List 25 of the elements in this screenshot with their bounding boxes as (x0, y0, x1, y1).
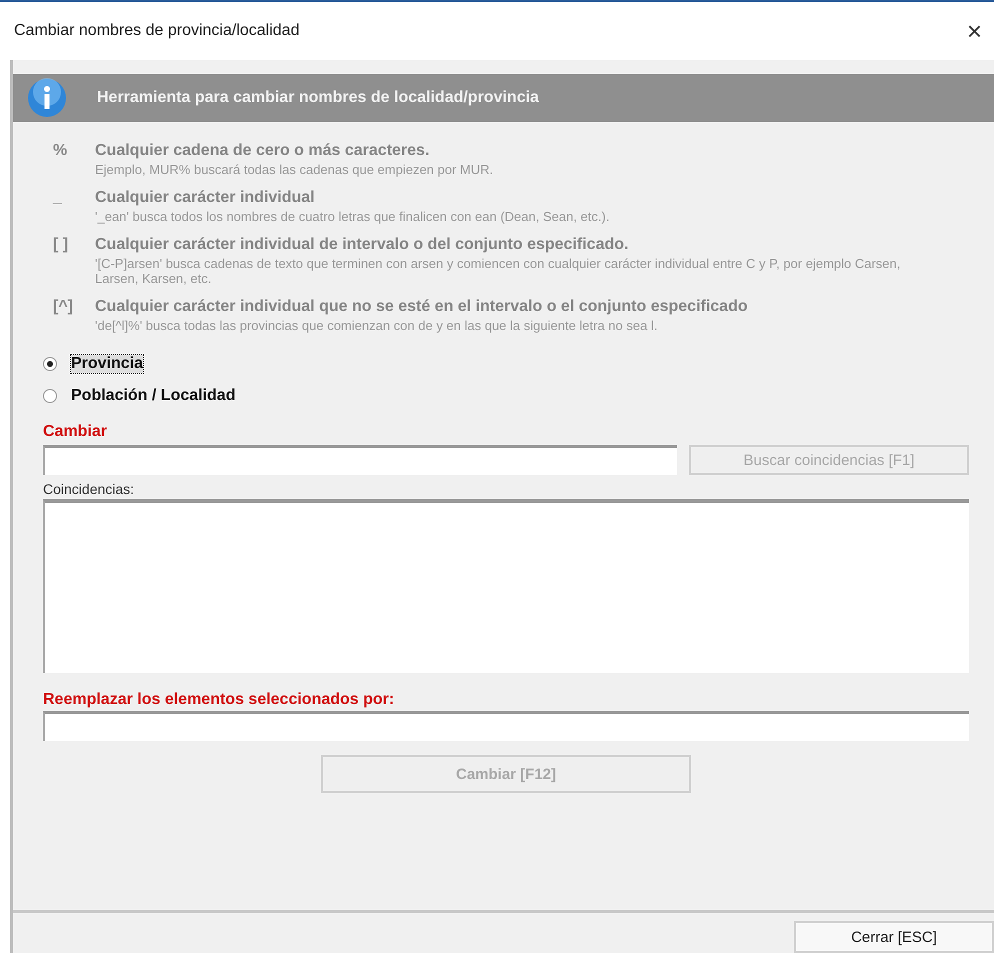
wildcard-symbol: _ (52, 189, 63, 208)
wildcard-description: 'de[^l]%' busca todas las provincias que comienzan con de y en las que la siguiente letra no sea l. (95, 318, 658, 333)
matches-label: Coincidencias: (43, 481, 136, 497)
wildcard-symbol: [^] (52, 298, 74, 317)
window-title: Cambiar nombres de provincia/localidad (14, 22, 300, 40)
radio-option[interactable]: Provincia (43, 355, 969, 373)
wildcard-title: Cualquier carácter individual de intervalo o del conjunto especificado. (95, 236, 630, 254)
wildcard-title: Cualquier cadena de cero o más caracteres. (95, 142, 430, 160)
replace-label: Reemplazar los elementos seleccionados por: (43, 691, 396, 709)
close-dialog-button[interactable]: Cerrar [ESC] (794, 921, 994, 953)
wildcard-title: Cualquier carácter individual que no se esté en el intervalo o el conjunto especificado (95, 298, 748, 316)
wildcard-description: Ejemplo, MUR% buscará todas las cadenas que empiezen por MUR. (95, 162, 494, 177)
wildcard-symbol: % (52, 142, 68, 161)
matches-list[interactable] (43, 499, 969, 673)
change-label: Cambiar (43, 423, 108, 441)
header-title: Herramienta para cambiar nombres de localidad/provincia (97, 89, 539, 107)
close-button[interactable]: × (962, 18, 986, 44)
wildcard-description: '[C-P]arsen' busca cadenas de texto que terminen con arsen y comiencen con cualquier carácter individual entre C y P, por ejemplo Carsen, Larsen, Karsen, etc. (95, 256, 902, 286)
change-field[interactable] (43, 445, 677, 475)
wildcard-description: '_ean' busca todos los nombres de cuatro letras que finalicen con ean (Dean, Sean, etc.). (95, 209, 610, 224)
radio-option[interactable]: Población / Localidad (43, 387, 969, 405)
wildcard-title: Cualquier carácter individual (95, 189, 316, 207)
wildcard-symbol: [ ] (52, 236, 70, 255)
info-icon (27, 78, 67, 118)
replace-field[interactable] (43, 711, 969, 741)
